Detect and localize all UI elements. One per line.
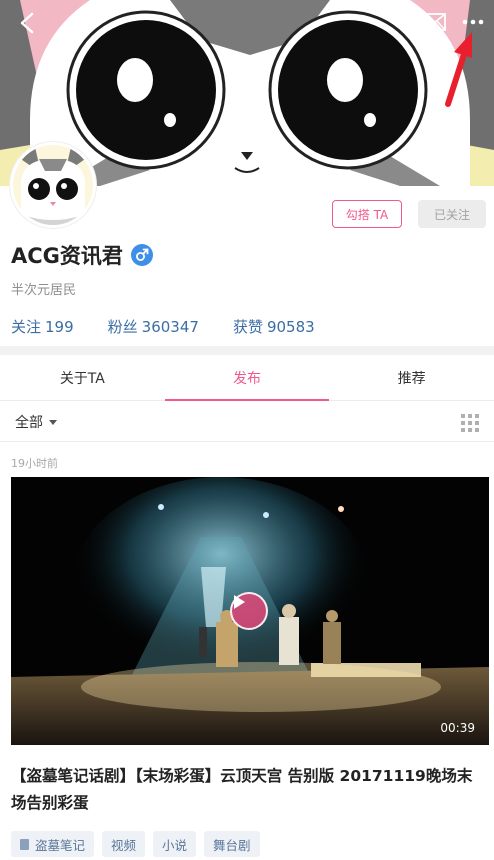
hook-ta-button[interactable]: 勾搭 TA bbox=[332, 200, 402, 228]
following-stat[interactable]: 关注 199 bbox=[11, 316, 74, 337]
post-tags: 盗墓笔记 视频 小说 舞台剧 bbox=[11, 831, 268, 857]
document-icon bbox=[20, 838, 29, 850]
caret-down-icon bbox=[49, 419, 57, 425]
bio: 半次元居民 bbox=[11, 283, 77, 298]
fans-stat[interactable]: 粉丝 360347 bbox=[108, 316, 199, 337]
back-arrow-icon[interactable] bbox=[10, 8, 44, 38]
tab-about[interactable]: 关于TA bbox=[0, 355, 165, 400]
section-divider bbox=[0, 346, 494, 355]
tag-chip[interactable]: 盗墓笔记 bbox=[11, 831, 95, 857]
video-player[interactable]: 00:39 bbox=[11, 477, 489, 745]
avatar-cat-image bbox=[13, 145, 93, 225]
male-symbol-icon bbox=[130, 244, 153, 266]
tab-recommend[interactable]: 推荐 bbox=[329, 355, 494, 400]
post-title[interactable]: 【盗墓笔记话剧】【末场彩蛋】云顶天宫 告别版 20171119晚场末场告别彩蛋 bbox=[11, 763, 487, 817]
avatar[interactable] bbox=[10, 142, 96, 228]
fans-count: 360347 bbox=[141, 318, 199, 336]
profile-stats: 关注 199 粉丝 360347 获赞 90583 bbox=[11, 316, 349, 337]
tag-chip[interactable]: 舞台剧 bbox=[204, 831, 260, 857]
filter-selected-label: 全部 bbox=[15, 415, 43, 431]
username-row: ACG资讯君 bbox=[11, 240, 153, 270]
following-count: 199 bbox=[45, 318, 74, 336]
likes-stat[interactable]: 获赞 90583 bbox=[233, 316, 315, 337]
tab-posts[interactable]: 发布 bbox=[164, 355, 330, 401]
red-annotation-arrow-icon bbox=[445, 32, 472, 107]
likes-label: 获赞 bbox=[232, 318, 263, 336]
filter-bar: 全部 bbox=[0, 402, 494, 442]
play-button[interactable] bbox=[230, 592, 268, 630]
username: ACG资讯君 bbox=[11, 244, 123, 268]
tag-chip[interactable]: 小说 bbox=[153, 831, 197, 857]
followed-button[interactable]: 已关注 bbox=[418, 200, 486, 228]
tag-label: 盗墓笔记 bbox=[35, 837, 86, 853]
category-filter-dropdown[interactable]: 全部 bbox=[15, 412, 57, 432]
following-label: 关注 bbox=[11, 318, 42, 336]
fans-label: 粉丝 bbox=[107, 318, 138, 336]
likes-count: 90583 bbox=[266, 318, 315, 336]
video-duration: 00:39 bbox=[440, 721, 475, 735]
profile-tabs: 关于TA 发布 推荐 bbox=[0, 355, 494, 401]
tag-chip[interactable]: 视频 bbox=[102, 831, 146, 857]
grid-view-icon[interactable] bbox=[461, 414, 479, 432]
post-timestamp: 19小时前 bbox=[11, 457, 58, 470]
play-icon bbox=[234, 595, 245, 609]
